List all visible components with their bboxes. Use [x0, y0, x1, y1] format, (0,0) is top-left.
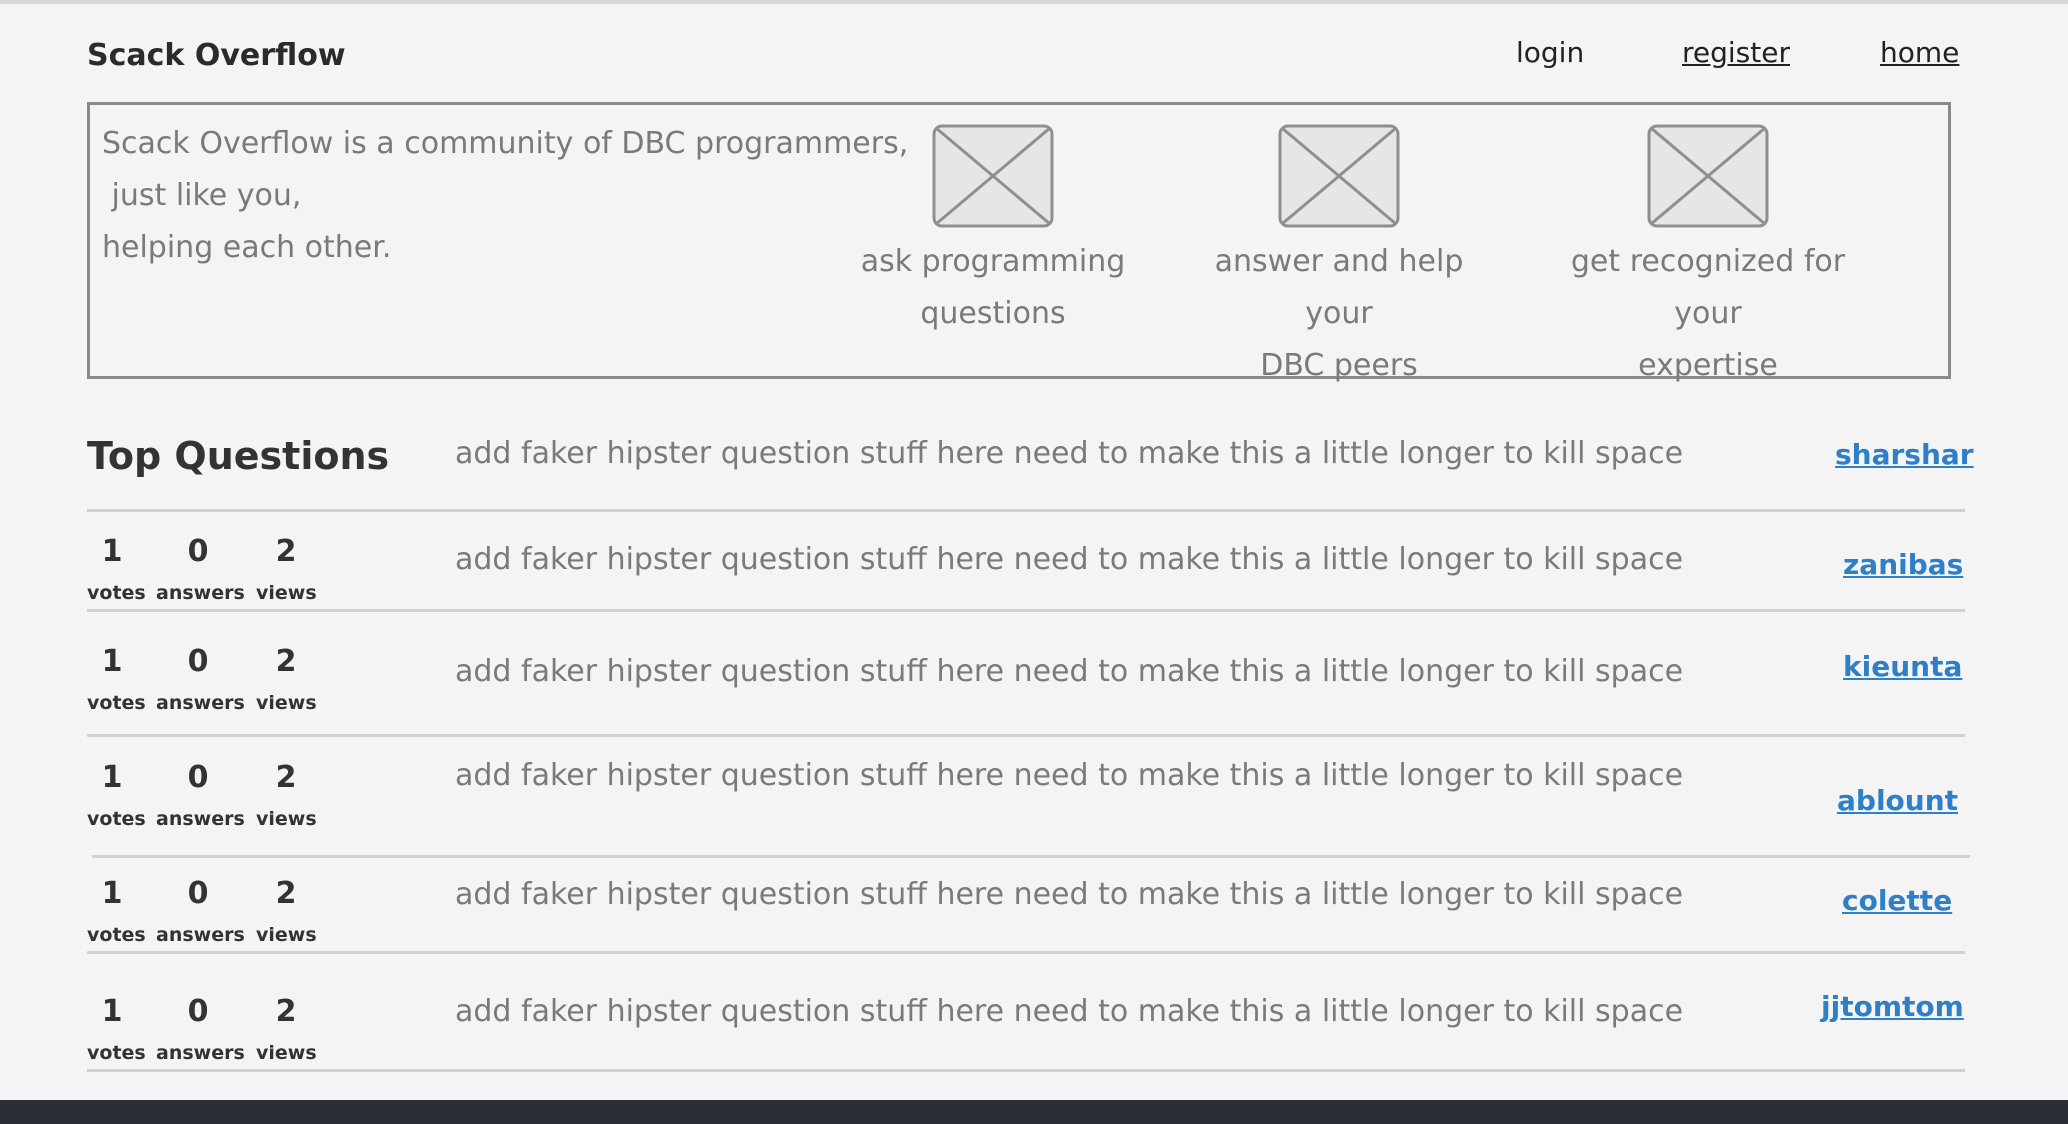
question-author-link[interactable]: ablount	[1837, 784, 1958, 817]
feature-recognized-line-1: get recognized for your	[1570, 244, 1846, 331]
answers-count: 0	[187, 644, 209, 679]
views-label: views	[256, 1042, 317, 1064]
votes-stat: 1 votes	[87, 644, 146, 714]
views-stat: 2 views	[256, 644, 317, 714]
views-stat: 2 views	[256, 760, 317, 830]
votes-label: votes	[87, 924, 146, 946]
question-title[interactable]: add faker hipster question stuff here ne…	[455, 542, 1683, 577]
votes-count: 1	[101, 534, 123, 569]
brand-title[interactable]: Scack Overflow	[87, 38, 346, 73]
hero-description: Scack Overflow is a community of DBC pro…	[102, 118, 908, 274]
feature-ask-line-1: ask programming	[860, 244, 1126, 279]
votes-stat: 1 votes	[87, 760, 146, 830]
question-author-link[interactable]: sharshar	[1835, 438, 1974, 471]
feature-recognized-line-2: expertise	[1638, 348, 1778, 383]
votes-count: 1	[101, 760, 123, 795]
question-author-link[interactable]: kieunta	[1843, 650, 1962, 683]
hero-line-2: just like you,	[102, 178, 302, 213]
row-divider	[87, 951, 1965, 954]
answers-count: 0	[187, 534, 209, 569]
question-title[interactable]: add faker hipster question stuff here ne…	[455, 436, 1683, 471]
votes-label: votes	[87, 582, 146, 604]
row-divider	[87, 734, 1965, 737]
top-edge	[0, 0, 2068, 4]
answers-label: answers	[156, 808, 245, 830]
views-label: views	[256, 808, 317, 830]
views-label: views	[256, 692, 317, 714]
votes-stat: 1 votes	[87, 994, 146, 1064]
votes-label: votes	[87, 808, 146, 830]
feature-answer: answer and help your DBC peers	[1178, 124, 1500, 392]
feature-answer-line-2: DBC peers	[1260, 348, 1418, 383]
question-title[interactable]: add faker hipster question stuff here ne…	[455, 994, 1683, 1029]
views-count: 2	[275, 534, 297, 569]
question-title[interactable]: add faker hipster question stuff here ne…	[455, 654, 1683, 689]
feature-ask-line-2: questions	[920, 296, 1066, 331]
footer-bar	[0, 1100, 2068, 1124]
row-divider	[92, 855, 1970, 858]
views-stat: 2 views	[256, 994, 317, 1064]
votes-stat: 1 votes	[87, 534, 146, 604]
home-link[interactable]: home	[1880, 36, 1959, 69]
row-divider	[87, 1069, 1965, 1072]
question-title[interactable]: add faker hipster question stuff here ne…	[455, 758, 1683, 793]
views-count: 2	[275, 644, 297, 679]
question-author-link[interactable]: zanibas	[1843, 548, 1963, 581]
answers-stat: 0 answers	[156, 876, 245, 946]
answers-label: answers	[156, 692, 245, 714]
question-author-link[interactable]: colette	[1842, 884, 1952, 917]
image-placeholder-icon	[1278, 124, 1400, 228]
votes-count: 1	[101, 994, 123, 1029]
page: Scack Overflow login register home Scack…	[0, 0, 2068, 1124]
login-link[interactable]: login	[1516, 36, 1584, 69]
answers-count: 0	[187, 760, 209, 795]
views-stat: 2 views	[256, 876, 317, 946]
votes-label: votes	[87, 1042, 146, 1064]
answers-label: answers	[156, 924, 245, 946]
views-label: views	[256, 924, 317, 946]
votes-stat: 1 votes	[87, 876, 146, 946]
answers-stat: 0 answers	[156, 644, 245, 714]
feature-ask: ask programming questions	[858, 124, 1128, 340]
feature-answer-line-1: answer and help your	[1214, 244, 1464, 331]
answers-label: answers	[156, 582, 245, 604]
top-questions-title: Top Questions	[87, 434, 390, 478]
views-count: 2	[275, 760, 297, 795]
row-divider	[87, 509, 1965, 512]
feature-recognized: get recognized for your expertise	[1536, 124, 1880, 392]
views-label: views	[256, 582, 317, 604]
hero-line-1: Scack Overflow is a community of DBC pro…	[102, 126, 909, 161]
votes-label: votes	[87, 692, 146, 714]
answers-count: 0	[187, 994, 209, 1029]
hero-line-3: helping each other.	[102, 230, 392, 265]
answers-label: answers	[156, 1042, 245, 1064]
answers-stat: 0 answers	[156, 994, 245, 1064]
views-count: 2	[275, 994, 297, 1029]
votes-count: 1	[101, 876, 123, 911]
answers-stat: 0 answers	[156, 760, 245, 830]
image-placeholder-icon	[1647, 124, 1769, 228]
views-stat: 2 views	[256, 534, 317, 604]
answers-count: 0	[187, 876, 209, 911]
views-count: 2	[275, 876, 297, 911]
question-author-link[interactable]: jjtomtom	[1821, 990, 1964, 1023]
row-divider	[87, 609, 1965, 612]
image-placeholder-icon	[932, 124, 1054, 228]
votes-count: 1	[101, 644, 123, 679]
answers-stat: 0 answers	[156, 534, 245, 604]
question-title[interactable]: add faker hipster question stuff here ne…	[455, 877, 1683, 912]
register-link[interactable]: register	[1682, 36, 1790, 69]
